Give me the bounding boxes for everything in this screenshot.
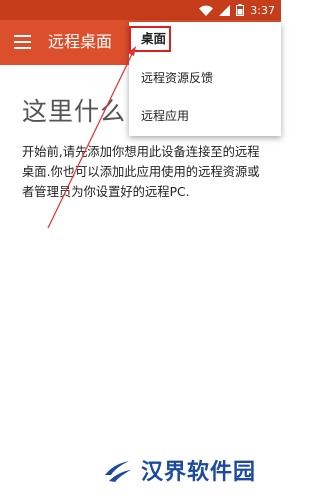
wifi-icon bbox=[199, 5, 214, 16]
empty-state-heading: 这里什么 bbox=[22, 97, 127, 126]
add-menu-dropdown: 桌面 远程资源反馈 远程应用 bbox=[129, 22, 281, 136]
status-bar: 3:37 bbox=[0, 0, 281, 20]
app-title: 远程桌面 bbox=[48, 32, 113, 51]
watermark-logo-icon bbox=[105, 461, 131, 482]
menu-item-remote-apps[interactable]: 远程应用 bbox=[141, 108, 189, 124]
status-icons: 3:37 bbox=[199, 2, 275, 18]
watermark: 汉界软件园 bbox=[101, 452, 256, 488]
menu-item-desktop[interactable]: 桌面 bbox=[141, 31, 166, 47]
signal-icon bbox=[219, 4, 231, 16]
watermark-text: 汉界软件园 bbox=[141, 460, 257, 485]
battery-icon bbox=[236, 4, 245, 16]
menu-item-remote-resource-feed[interactable]: 远程资源反馈 bbox=[141, 70, 213, 86]
empty-state-description: 开始前,请先添加你想用此设备连接至的远程桌面.你也可以添加此应用使用的远程资源或… bbox=[22, 145, 260, 199]
status-time: 3:37 bbox=[250, 3, 275, 17]
hamburger-menu-icon[interactable] bbox=[14, 35, 31, 49]
